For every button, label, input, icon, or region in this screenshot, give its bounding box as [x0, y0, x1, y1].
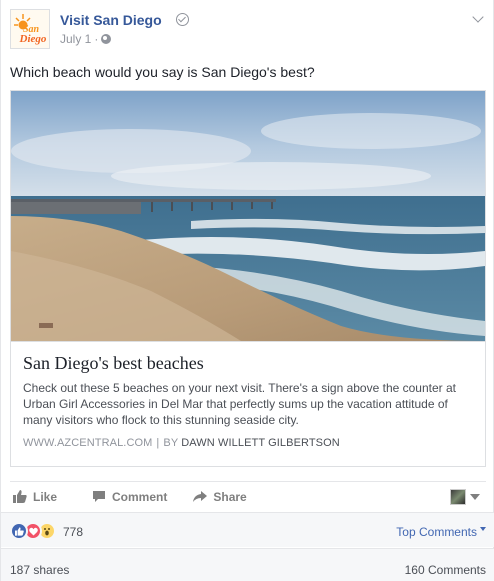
share-label: Share — [213, 489, 247, 504]
page-name-link[interactable]: Visit San Diego — [60, 12, 162, 28]
beach-image[interactable] — [11, 91, 485, 341]
like-button[interactable]: Like — [13, 490, 57, 504]
facebook-post: San Diego Visit San Diego July 1 · Which… — [0, 0, 494, 581]
post-text: Which beach would you say is San Diego's… — [10, 64, 315, 80]
comment-icon — [93, 491, 106, 502]
post-date[interactable]: July 1 — [60, 32, 91, 46]
meta-dot: · — [94, 32, 99, 46]
comment-sort-label: Top Comments — [396, 525, 477, 539]
like-reaction-icon — [10, 522, 28, 540]
caret-down-icon — [470, 494, 480, 500]
stats-bar: 187 shares 160 Comments — [1, 548, 494, 581]
post-as-selector[interactable] — [450, 489, 480, 505]
byline-author[interactable]: DAWN WILLETT GILBERTSON — [181, 437, 340, 449]
comment-label: Comment — [112, 489, 168, 504]
comment-button[interactable]: Comment — [92, 490, 167, 504]
share-button[interactable]: Share — [193, 489, 247, 504]
visit-san-diego-logo: San Diego — [11, 10, 49, 48]
caret-down-icon — [480, 527, 486, 531]
post-header: San Diego Visit San Diego July 1 · — [10, 9, 486, 53]
shares-count[interactable]: 187 shares — [10, 563, 69, 577]
byline-by: BY — [163, 437, 179, 449]
comments-count[interactable]: 160 Comments — [405, 563, 486, 577]
reaction-icons[interactable] — [10, 522, 56, 540]
svg-text:Diego: Diego — [19, 33, 47, 45]
link-source: WWW.AZCENTRAL.COM | BY DAWN WILLETT GILBER… — [23, 437, 473, 449]
link-title[interactable]: San Diego's best beaches — [23, 352, 473, 374]
page-avatar[interactable]: San Diego — [10, 9, 50, 49]
link-preview-card[interactable]: San Diego's best beaches Check out these… — [10, 90, 486, 467]
like-label: Like — [33, 489, 58, 504]
chevron-down-icon[interactable] — [472, 11, 484, 23]
thumbs-up-icon — [13, 490, 27, 503]
post-actions-bar: Like Comment Share — [10, 481, 486, 511]
link-card-body: San Diego's best beaches Check out these… — [11, 341, 485, 466]
comment-sort-dropdown[interactable]: Top Comments — [396, 525, 486, 539]
post-meta: July 1 · — [60, 32, 112, 46]
profile-thumbnail-icon — [450, 489, 466, 505]
reaction-count[interactable]: 778 — [63, 525, 83, 539]
share-arrow-icon — [193, 491, 208, 502]
reactions-bar: 778 Top Comments — [1, 512, 494, 547]
link-description: Check out these 5 beaches on your next v… — [23, 381, 456, 427]
verified-badge-icon — [176, 13, 189, 26]
source-domain: WWW.AZCENTRAL.COM — [23, 437, 153, 449]
globe-icon — [101, 34, 112, 44]
source-separator: | — [156, 437, 160, 449]
